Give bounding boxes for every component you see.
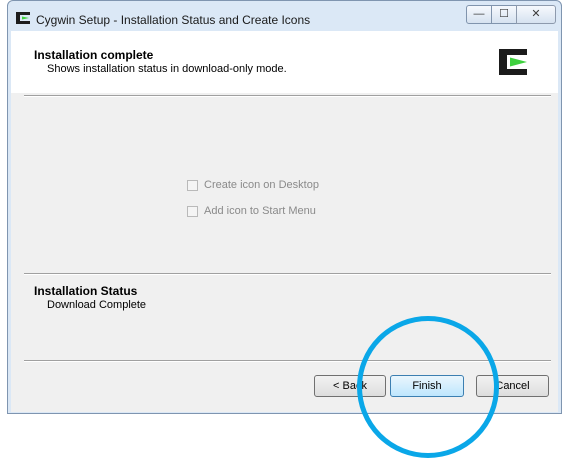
header-title: Installation complete bbox=[34, 48, 154, 62]
minimize-icon: — bbox=[473, 8, 485, 20]
desktop-icon-checkbox[interactable] bbox=[187, 180, 198, 191]
status-text: Download Complete bbox=[47, 299, 147, 311]
title-bar[interactable]: Cygwin Setup - Installation Status and C… bbox=[8, 1, 561, 31]
window-title: Cygwin Setup - Installation Status and C… bbox=[36, 13, 311, 27]
minimize-button[interactable]: — bbox=[466, 5, 492, 24]
close-icon: ✕ bbox=[531, 8, 541, 20]
status-divider bbox=[24, 273, 551, 275]
cygwin-logo-icon bbox=[16, 12, 30, 24]
wizard-header: Installation complete Shows installation… bbox=[11, 31, 558, 93]
close-button[interactable]: ✕ bbox=[516, 5, 556, 24]
start-menu-label: Add icon to Start Menu bbox=[204, 205, 316, 217]
start-menu-checkbox[interactable] bbox=[187, 206, 198, 217]
header-subtitle: Shows installation status in download-on… bbox=[47, 63, 287, 75]
maximize-icon: ☐ bbox=[499, 8, 509, 20]
highlight-circle bbox=[357, 316, 499, 458]
header-divider bbox=[24, 95, 551, 97]
desktop-icon-label: Create icon on Desktop bbox=[204, 179, 319, 191]
status-title: Installation Status bbox=[34, 284, 138, 298]
cygwin-header-logo-icon bbox=[499, 49, 527, 75]
maximize-button[interactable]: ☐ bbox=[491, 5, 517, 24]
